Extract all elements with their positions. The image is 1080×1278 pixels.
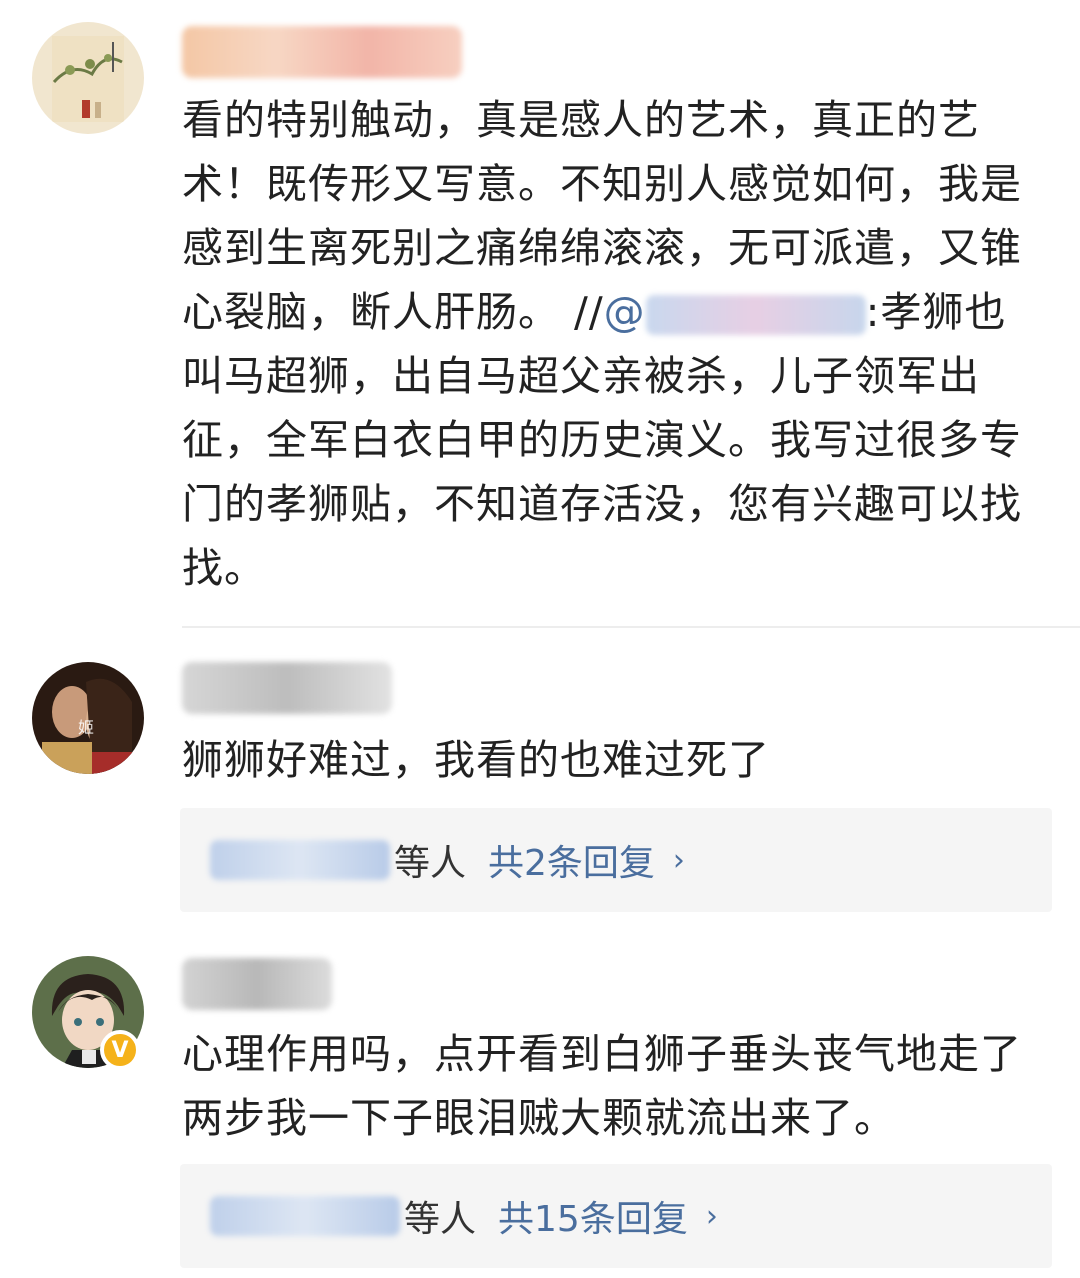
mention-prefix[interactable]: @ <box>604 288 646 336</box>
reply-suffix: 等人 <box>404 1199 477 1240</box>
username-redacted[interactable] <box>182 958 332 1010</box>
username-redacted[interactable] <box>182 662 392 714</box>
reply-count-link[interactable]: 共15条回复 <box>498 1190 688 1242</box>
replier-names-redacted[interactable] <box>210 840 390 880</box>
comment-text: 看的特别触动，真是感人的艺术，真正的艺术！既传形又写意。不知别人感觉如何，我是感… <box>182 88 1044 600</box>
divider <box>182 626 1080 628</box>
username-redacted[interactable] <box>182 26 462 78</box>
comment-text: 狮狮好难过，我看的也难过死了 <box>182 736 770 784</box>
avatar-watermark: 姬 <box>78 718 95 737</box>
reply-summary[interactable]: 等人 共2条回复 › <box>180 808 1052 912</box>
avatar[interactable]: 姬 <box>32 662 144 774</box>
reply-suffix: 等人 <box>394 843 467 884</box>
comment-text: 心理作用吗，点开看到白狮子垂头丧气地走了两步我一下子眼泪贼大颗就流出来了。 <box>182 1030 1022 1142</box>
mention-redacted[interactable] <box>645 295 866 335</box>
chevron-right-icon[interactable]: › <box>706 1199 718 1234</box>
verified-badge-icon: V <box>100 1030 140 1070</box>
book-cover-avatar-image <box>32 22 144 134</box>
reply-count-link[interactable]: 共2条回复 <box>488 834 655 886</box>
reply-summary[interactable]: 等人 共15条回复 › <box>180 1164 1052 1268</box>
avatar[interactable] <box>32 22 144 134</box>
replier-names-redacted[interactable] <box>210 1196 400 1236</box>
chevron-right-icon[interactable]: › <box>673 843 685 878</box>
